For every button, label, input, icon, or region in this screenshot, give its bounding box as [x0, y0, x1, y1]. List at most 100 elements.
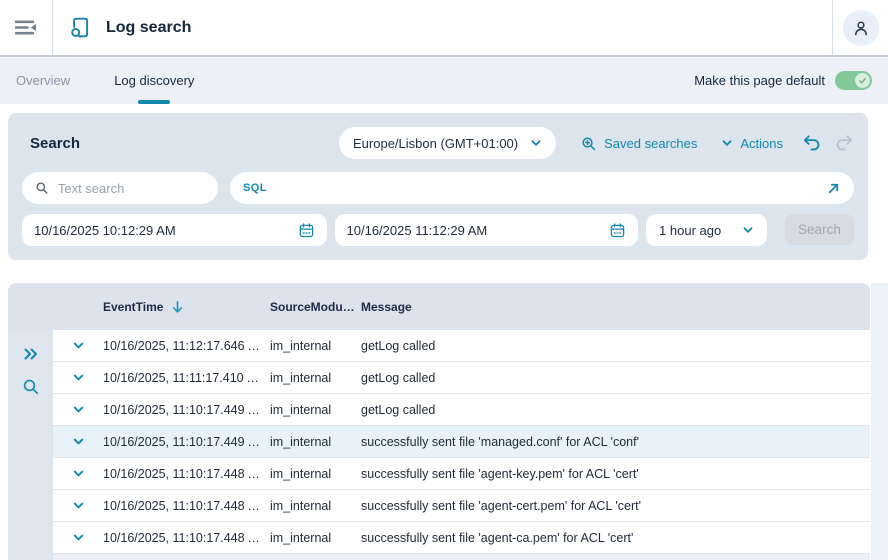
undo-button[interactable]: [802, 134, 821, 152]
search-panel-title: Search: [30, 134, 81, 152]
search-plus-icon: [582, 136, 596, 150]
text-search-field: [22, 172, 218, 204]
table-header-row: EventTime SourceModu… Message: [8, 283, 870, 330]
table-search-button[interactable]: [22, 378, 40, 396]
column-header-eventtime[interactable]: EventTime: [103, 300, 270, 314]
table-row[interactable]: 10/16/2025, 11:10:17.448 AM im_internal …: [53, 522, 870, 554]
saved-searches-button[interactable]: Saved searches: [580, 135, 697, 152]
cell-sourcemodule: im_internal: [270, 338, 332, 353]
cell-eventtime: 10/16/2025, 11:10:17.448 AM: [103, 498, 267, 513]
make-default-control: Make this page default: [694, 71, 872, 90]
table-row[interactable]: 10/16/2025, 11:12:17.646 AM im_internal …: [53, 330, 870, 362]
timezone-select[interactable]: Europe/Lisbon (GMT+01:00): [339, 127, 557, 159]
cell-sourcemodule: im_internal: [270, 466, 332, 481]
cell-sourcemodule: im_internal: [270, 434, 332, 449]
calendar-icon: [299, 222, 313, 237]
actions-label: Actions: [740, 135, 783, 151]
table-body: 10/16/2025, 11:12:17.646 AM im_internal …: [8, 330, 870, 560]
row-expand-button[interactable]: [53, 499, 103, 512]
check-icon: [859, 77, 866, 84]
row-expand-button[interactable]: [53, 435, 103, 448]
relative-time-select[interactable]: 1 hour ago: [646, 214, 767, 246]
sql-expand-button[interactable]: [826, 181, 841, 196]
cell-eventtime: 10/16/2025, 11:10:17.449 AM: [103, 434, 267, 449]
avatar-area: [832, 0, 888, 55]
expand-panel-button[interactable]: [23, 347, 39, 361]
date-to-input[interactable]: [346, 222, 610, 238]
double-chevron-right-icon: [24, 348, 37, 360]
tab-bar: Overview Log discovery Make this page de…: [0, 57, 888, 104]
cell-eventtime: 10/16/2025, 11:10:17.449 AM: [103, 402, 267, 417]
table-row[interactable]: 10/16/2025, 11:11:17.410 AM im_internal …: [53, 362, 870, 394]
collapse-menu-icon: [15, 20, 36, 35]
row-expand-button[interactable]: [53, 467, 103, 480]
chevron-down-icon: [73, 374, 83, 381]
search-icon: [36, 182, 48, 194]
text-search-input[interactable]: [57, 180, 205, 196]
sort-descending-button[interactable]: [171, 300, 184, 314]
cell-message: successfully sent file 'agent-cert.pem' …: [361, 498, 642, 513]
search-icon: [23, 379, 38, 395]
date-from-calendar-button[interactable]: [298, 222, 315, 239]
search-submit-button[interactable]: Search: [784, 214, 855, 245]
column-header-sourcemodule[interactable]: SourceModu…: [270, 300, 361, 314]
saved-searches-label: Saved searches: [604, 135, 698, 151]
cell-message: getLog called: [361, 402, 436, 417]
date-to-calendar-button[interactable]: [609, 222, 626, 239]
title-area: Log search: [53, 0, 832, 55]
date-to-field: [334, 214, 639, 246]
timezone-value: Europe/Lisbon (GMT+01:00): [353, 135, 519, 151]
table-row-partial: [53, 554, 870, 560]
expand-arrow-icon: [828, 183, 839, 193]
tab-overview[interactable]: Overview: [0, 57, 92, 104]
table-row[interactable]: 10/16/2025, 11:10:17.449 AM im_internal …: [53, 394, 870, 426]
row-expand-button[interactable]: [53, 531, 103, 544]
arrow-down-icon: [173, 300, 183, 313]
collapse-menu-button[interactable]: [15, 20, 37, 35]
redo-button[interactable]: [835, 134, 854, 152]
row-expand-button[interactable]: [53, 371, 103, 384]
page-title: Log search: [106, 18, 192, 36]
row-expand-button[interactable]: [53, 403, 103, 416]
cell-eventtime: 10/16/2025, 11:10:17.448 AM: [103, 530, 267, 545]
log-search-icon: [66, 14, 93, 41]
table-rows: 10/16/2025, 11:12:17.646 AM im_internal …: [53, 330, 870, 560]
actions-button[interactable]: Actions: [721, 136, 783, 151]
user-icon: [854, 20, 867, 35]
cell-sourcemodule: im_internal: [270, 370, 332, 385]
cell-sourcemodule: im_internal: [270, 402, 332, 417]
sql-query-field[interactable]: SQL: [230, 172, 854, 204]
date-from-field: [22, 214, 327, 246]
make-default-toggle[interactable]: [835, 71, 872, 90]
undo-icon: [803, 135, 820, 151]
cell-sourcemodule: im_internal: [270, 498, 332, 513]
chevron-down-icon: [743, 227, 753, 233]
table-row[interactable]: 10/16/2025, 11:10:17.448 AM im_internal …: [53, 458, 870, 490]
chevron-down-icon: [73, 406, 83, 413]
chevron-down-icon: [73, 502, 83, 509]
column-header-message[interactable]: Message: [361, 300, 870, 314]
relative-time-value: 1 hour ago: [659, 222, 722, 238]
table-row[interactable]: 10/16/2025, 11:10:17.449 AM im_internal …: [53, 426, 870, 458]
menu-area: [0, 0, 53, 55]
row-expand-button[interactable]: [53, 339, 103, 352]
search-panel: Search Europe/Lisbon (GMT+01:00) Saved s…: [8, 113, 868, 260]
vertical-scrollbar-track[interactable]: [871, 283, 888, 560]
cell-eventtime: 10/16/2025, 11:12:17.646 AM: [103, 338, 267, 353]
make-default-label: Make this page default: [694, 73, 825, 88]
chevron-down-icon: [73, 438, 83, 445]
table-row[interactable]: 10/16/2025, 11:10:17.448 AM im_internal …: [53, 490, 870, 522]
date-from-input[interactable]: [34, 222, 298, 238]
redo-icon: [836, 135, 853, 151]
cell-message: getLog called: [361, 338, 436, 353]
chevron-down-icon: [73, 470, 83, 477]
cell-message: successfully sent file 'agent-key.pem' f…: [361, 466, 639, 481]
tab-log-discovery[interactable]: Log discovery: [92, 57, 216, 104]
table-side-panel: [8, 330, 53, 560]
top-header: Log search: [0, 0, 888, 57]
cell-eventtime: 10/16/2025, 11:10:17.448 AM: [103, 466, 267, 481]
chevron-down-icon: [722, 140, 732, 146]
toggle-thumb: [855, 73, 870, 88]
user-avatar[interactable]: [842, 9, 879, 46]
calendar-icon: [610, 222, 625, 237]
